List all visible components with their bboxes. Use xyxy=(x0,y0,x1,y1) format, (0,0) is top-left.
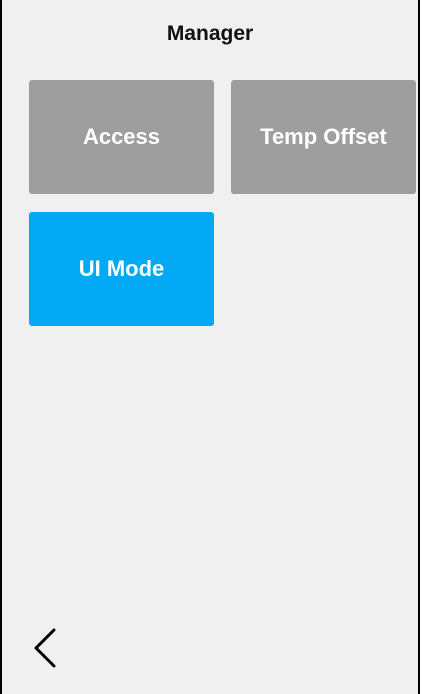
screen: Manager Access Temp Offset UI Mode xyxy=(0,0,420,694)
temp-offset-button[interactable]: Temp Offset xyxy=(231,80,416,194)
access-button[interactable]: Access xyxy=(29,80,214,194)
page-title: Manager xyxy=(166,22,254,45)
chevron-left-icon xyxy=(34,628,56,668)
back-button[interactable] xyxy=(30,626,60,670)
ui-mode-button[interactable]: UI Mode xyxy=(29,212,214,326)
